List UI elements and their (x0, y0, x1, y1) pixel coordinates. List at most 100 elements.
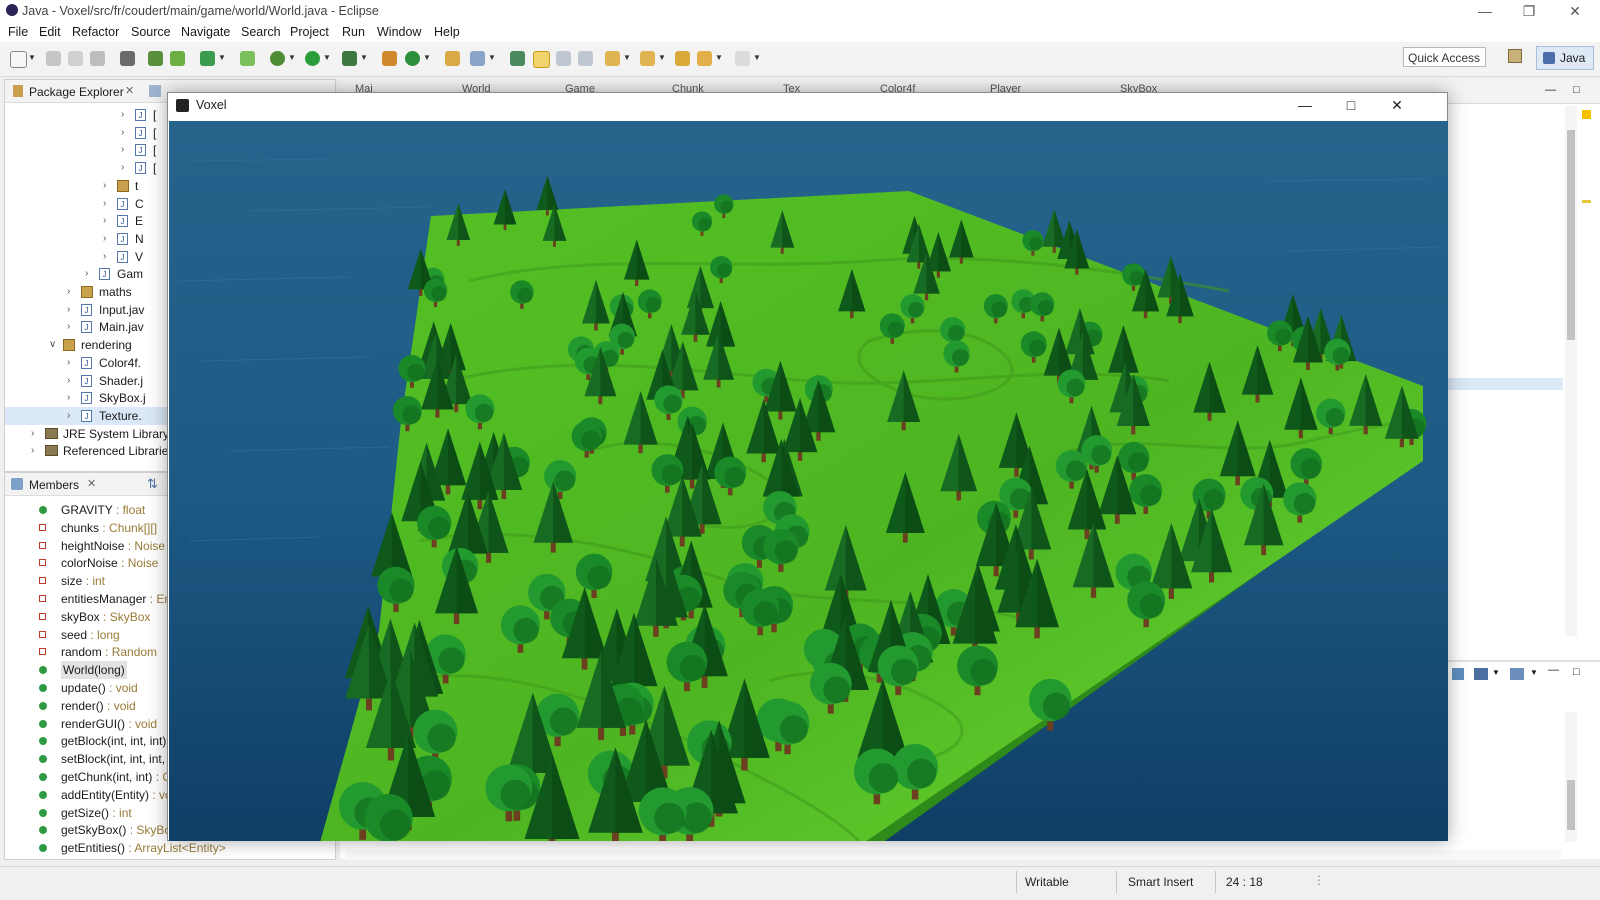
member-name: getEntities() (61, 841, 126, 856)
display-console-icon[interactable] (1474, 668, 1488, 680)
expand-icon[interactable]: › (31, 442, 34, 460)
open-console-dropdown-icon[interactable]: ▼ (1530, 668, 1538, 677)
task-dropdown-icon[interactable]: ▼ (218, 53, 226, 62)
search-dropdown-icon[interactable]: ▼ (488, 53, 496, 62)
expand-icon[interactable]: › (103, 212, 106, 230)
previous-annotation-dropdown-icon[interactable]: ▼ (658, 53, 666, 62)
editor-scroll-thumb[interactable] (1567, 130, 1575, 340)
package-explorer-title[interactable]: Package Explorer (29, 85, 124, 99)
new-class-icon[interactable] (405, 51, 420, 66)
minimize-icon[interactable]: — (1462, 1, 1508, 21)
menu-run[interactable]: Run (342, 25, 365, 39)
voxel-world-viewport[interactable] (169, 121, 1448, 841)
external-tools-icon[interactable] (342, 51, 357, 66)
console-horizontal-scrollbar[interactable] (346, 850, 1561, 860)
next-annotation-icon[interactable] (605, 51, 620, 66)
status-insert-mode[interactable]: Smart Insert (1128, 875, 1193, 889)
previous-annotation-icon[interactable] (640, 51, 655, 66)
expand-icon[interactable]: › (67, 354, 70, 372)
menu-source[interactable]: Source (131, 25, 171, 39)
member-item[interactable]: getEntities() : ArrayList<Entity> (35, 839, 333, 857)
minimize-editor-icon[interactable]: — (1545, 84, 1556, 96)
expand-icon[interactable]: › (67, 389, 70, 407)
task-icon[interactable] (200, 51, 215, 66)
run-dropdown-icon[interactable]: ▼ (323, 53, 331, 62)
print-icon[interactable] (90, 51, 105, 66)
open-type-icon[interactable] (445, 51, 460, 66)
quick-access-field[interactable]: Quick Access (1403, 47, 1486, 67)
expand-icon[interactable]: › (85, 265, 88, 283)
expand-icon[interactable]: › (67, 301, 70, 319)
maximize-editor-icon[interactable]: □ (1573, 84, 1580, 96)
expand-icon[interactable]: › (67, 283, 70, 301)
restore-icon[interactable]: ❐ (1506, 1, 1552, 21)
toggle-ant-icon[interactable] (510, 51, 525, 66)
expand-icon[interactable]: › (103, 177, 106, 195)
voxel-close-icon[interactable]: ✕ (1374, 93, 1420, 118)
warning-marker[interactable] (1582, 110, 1591, 119)
menu-edit[interactable]: Edit (39, 25, 61, 39)
show-whitespace-icon[interactable] (578, 51, 593, 66)
hierarchy-tab-icon[interactable] (149, 85, 161, 97)
voxel-window[interactable]: Voxel — □ ✕ (167, 92, 1448, 841)
console-scroll-thumb[interactable] (1567, 780, 1575, 830)
members-title[interactable]: Members (29, 478, 79, 492)
expand-icon[interactable]: › (67, 372, 70, 390)
voxel-maximize-icon[interactable]: □ (1328, 93, 1374, 118)
menu-search[interactable]: Search (241, 25, 281, 39)
menu-project[interactable]: Project (290, 25, 329, 39)
expand-icon[interactable]: › (67, 407, 70, 425)
expand-icon[interactable]: › (103, 230, 106, 248)
forward-dropdown-icon[interactable]: ▼ (753, 53, 761, 62)
debug-icon[interactable] (270, 51, 285, 66)
search-icon[interactable] (470, 51, 485, 66)
menu-navigate[interactable]: Navigate (181, 25, 230, 39)
save-all-icon[interactable] (68, 51, 83, 66)
open-perspective-icon[interactable] (1508, 49, 1522, 63)
expand-icon[interactable]: › (121, 159, 124, 177)
save-icon[interactable] (46, 51, 61, 66)
new-class-dropdown-icon[interactable]: ▼ (423, 53, 431, 62)
open-console-icon[interactable] (1510, 668, 1524, 680)
menu-help[interactable]: Help (434, 25, 460, 39)
block-selection-icon[interactable] (556, 51, 571, 66)
voxel-minimize-icon[interactable]: — (1282, 93, 1328, 118)
console-pin-icon[interactable] (1452, 668, 1464, 680)
toggle-mark-occurrences-icon[interactable] (533, 51, 550, 68)
skip-breakpoints-icon[interactable] (120, 51, 135, 66)
expand-icon[interactable]: › (67, 318, 70, 336)
display-console-dropdown-icon[interactable]: ▼ (1492, 668, 1500, 677)
debug-step-icon[interactable] (148, 51, 163, 66)
expand-icon[interactable]: › (121, 141, 124, 159)
menu-file[interactable]: File (8, 25, 28, 39)
back-icon[interactable] (697, 51, 712, 66)
next-annotation-dropdown-icon[interactable]: ▼ (623, 53, 631, 62)
java-perspective-button[interactable]: Java (1536, 46, 1594, 70)
overview-marker[interactable] (1582, 200, 1591, 203)
expand-icon[interactable]: › (103, 248, 106, 266)
back-dropdown-icon[interactable]: ▼ (715, 53, 723, 62)
external-tools-dropdown-icon[interactable]: ▼ (360, 53, 368, 62)
minimize-console-icon[interactable]: — (1548, 664, 1559, 676)
close-package-explorer-icon[interactable]: ✕ (125, 84, 134, 97)
collapse-icon[interactable]: ∨ (49, 336, 56, 354)
last-edit-icon[interactable] (675, 51, 690, 66)
refresh-icon[interactable] (240, 51, 255, 66)
expand-icon[interactable]: › (103, 195, 106, 213)
sort-members-icon[interactable]: ⇅ (147, 476, 158, 492)
expand-icon[interactable]: › (121, 106, 124, 124)
new-icon[interactable] (10, 51, 27, 68)
menu-refactor[interactable]: Refactor (72, 25, 119, 39)
new-package-icon[interactable] (382, 51, 397, 66)
close-members-icon[interactable]: ✕ (87, 477, 96, 490)
close-icon[interactable]: ✕ (1552, 1, 1598, 21)
expand-icon[interactable]: › (31, 425, 34, 443)
terminal-icon[interactable] (170, 51, 185, 66)
run-icon[interactable] (305, 51, 320, 66)
new-dropdown-icon[interactable]: ▼ (28, 53, 36, 62)
expand-icon[interactable]: › (121, 124, 124, 142)
debug-dropdown-icon[interactable]: ▼ (288, 53, 296, 62)
menu-window[interactable]: Window (377, 25, 421, 39)
forward-icon[interactable] (735, 51, 750, 66)
maximize-console-icon[interactable]: □ (1573, 666, 1580, 678)
